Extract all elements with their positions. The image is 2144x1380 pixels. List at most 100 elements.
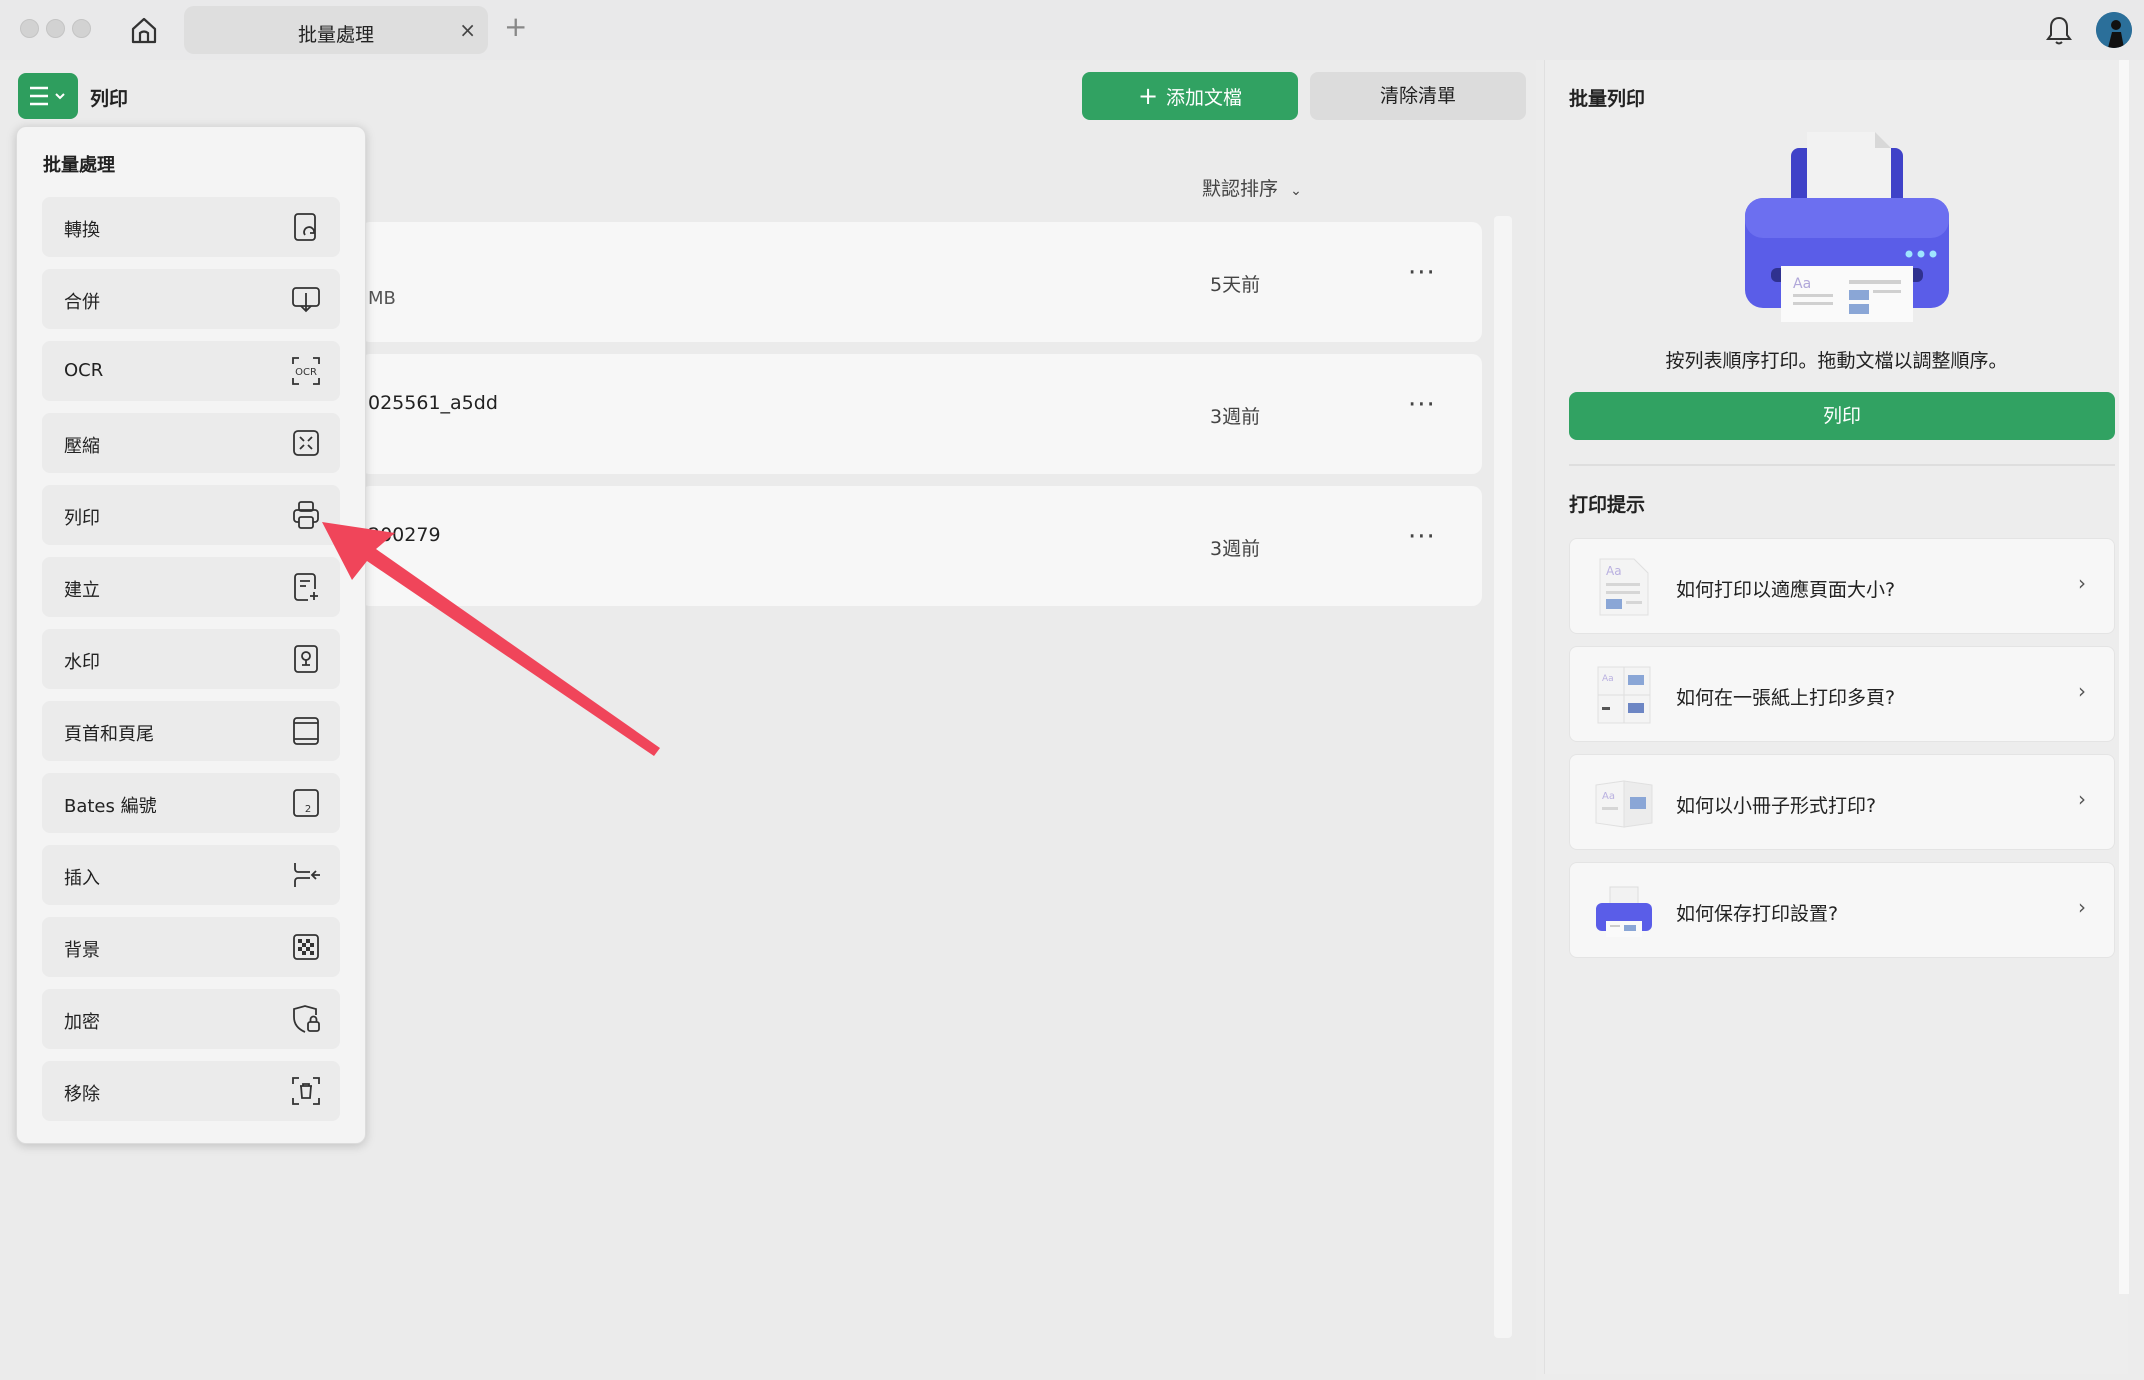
user-avatar[interactable]: [2096, 12, 2132, 48]
remove-icon: [292, 1077, 320, 1105]
menu-item-label: 壓縮: [64, 436, 100, 457]
chevron-right-icon: ›: [2078, 571, 2086, 595]
multipage-thumbnail-icon: Aa: [1597, 666, 1651, 724]
svg-text:Aa: Aa: [1602, 674, 1614, 684]
menu-item-label: 移除: [64, 1084, 100, 1105]
divider: [1569, 464, 2115, 466]
encrypt-icon: [293, 1005, 320, 1033]
tip-label: 如何以小冊子形式打印?: [1676, 795, 1877, 817]
menu-item-label: 頁首和頁尾: [64, 724, 154, 745]
svg-text:Aa: Aa: [1793, 276, 1811, 292]
window-zoom-button[interactable]: [72, 19, 91, 38]
document-thumbnail-icon: Aa: [1599, 558, 1649, 616]
menu-item-label: 列印: [64, 508, 100, 529]
menu-item-label: 合併: [64, 292, 100, 313]
tip-label: 如何在一張紙上打印多頁?: [1676, 687, 1896, 709]
tip-save-settings[interactable]: 如何保存打印設置? ›: [1569, 862, 2115, 958]
panel-scrollbar[interactable]: [2119, 60, 2129, 1294]
tab-close-icon[interactable]: ×: [459, 18, 476, 42]
sort-label: 默認排序: [1202, 178, 1279, 200]
booklet-thumbnail-icon: Aa: [1595, 780, 1653, 828]
more-options-icon[interactable]: ···: [1408, 390, 1436, 420]
more-options-icon[interactable]: ···: [1408, 522, 1436, 552]
file-size: MB: [368, 288, 396, 309]
menu-item-compress[interactable]: 壓縮: [42, 413, 340, 473]
printer-thumbnail-icon: [1596, 886, 1652, 937]
file-time: 5天前: [1210, 274, 1261, 296]
ocr-icon: OCR: [292, 357, 320, 385]
menu-item-print[interactable]: 列印: [42, 485, 340, 545]
panel-description: 按列表順序打印。拖動文檔以調整順序。: [1665, 350, 2008, 372]
menu-item-label: 背景: [64, 940, 100, 961]
tab-batch-processing[interactable]: 批量處理 ×: [184, 6, 488, 54]
tip-multiple-pages[interactable]: Aa 如何在一張紙上打印多頁? ›: [1569, 646, 2115, 742]
menu-item-label: 轉換: [64, 220, 100, 241]
menu-item-ocr[interactable]: OCR OCR: [42, 341, 340, 401]
menu-item-insert[interactable]: 插入: [42, 845, 340, 905]
menu-item-bates-number[interactable]: Bates 編號 2: [42, 773, 340, 833]
header-footer-icon: [293, 717, 319, 745]
tab-label: 批量處理: [297, 24, 374, 46]
chevron-right-icon: ›: [2078, 679, 2086, 703]
menu-item-label: 建立: [64, 580, 100, 601]
add-document-button[interactable]: + 添加文檔: [1082, 72, 1298, 120]
svg-text:OCR: OCR: [295, 367, 317, 378]
file-time: 3週前: [1210, 538, 1261, 560]
batch-menu-button[interactable]: [18, 73, 78, 119]
window-minimize-button[interactable]: [46, 19, 65, 38]
menu-item-create[interactable]: 建立: [42, 557, 340, 617]
menu-item-watermark[interactable]: 水印: [42, 629, 340, 689]
menu-item-remove[interactable]: 移除: [42, 1061, 340, 1121]
sort-dropdown[interactable]: 默認排序 ⌄: [1202, 174, 1302, 201]
merge-icon: [292, 287, 320, 313]
batch-print-panel: 批量列印 Aa 按列表順序打印。拖動文檔以調整順序。 列印 打印提示 Aa 如何: [1544, 60, 2129, 1374]
background-icon: [293, 934, 319, 960]
menu-title: 批量處理: [43, 155, 115, 176]
svg-text:Aa: Aa: [1606, 564, 1622, 578]
menu-item-merge[interactable]: 合併: [42, 269, 340, 329]
chevron-right-icon: ›: [2078, 895, 2086, 919]
tip-label: 如何打印以適應頁面大小?: [1676, 579, 1896, 601]
more-options-icon[interactable]: ···: [1408, 258, 1436, 288]
file-name: 200279: [368, 524, 441, 546]
menu-icon: [30, 86, 65, 106]
page-title: 列印: [90, 88, 129, 110]
file-name: 025561_a5dd: [368, 392, 498, 414]
create-icon: [294, 573, 318, 601]
file-row[interactable]: 200279 3週前 ···: [360, 486, 1482, 606]
notification-bell-icon[interactable]: [2044, 14, 2074, 48]
chevron-right-icon: ›: [2078, 787, 2086, 811]
compress-icon: [293, 430, 319, 456]
add-document-label: 添加文檔: [1166, 87, 1243, 109]
menu-item-header-footer[interactable]: 頁首和頁尾: [42, 701, 340, 761]
svg-text:Aa: Aa: [1602, 791, 1615, 802]
menu-item-label: 水印: [64, 652, 100, 673]
file-row[interactable]: 025561_a5dd 3週前 ···: [360, 354, 1482, 474]
printer-illustration-icon: Aa: [1745, 132, 1949, 322]
panel-title: 批量列印: [1569, 88, 1646, 110]
file-list-scrollbar[interactable]: [1494, 216, 1512, 1338]
insert-icon: [294, 863, 320, 887]
new-tab-button[interactable]: +: [504, 12, 527, 42]
tip-booklet[interactable]: Aa 如何以小冊子形式打印? ›: [1569, 754, 2115, 850]
home-icon[interactable]: [128, 14, 160, 46]
print-button[interactable]: 列印: [1569, 392, 2115, 440]
clear-list-button[interactable]: 清除清單: [1310, 72, 1526, 120]
title-bar: 批量處理 × +: [0, 0, 2144, 60]
file-time: 3週前: [1210, 406, 1261, 428]
tip-fit-page[interactable]: Aa 如何打印以適應頁面大小? ›: [1569, 538, 2115, 634]
watermark-icon: [294, 645, 318, 673]
menu-item-encrypt[interactable]: 加密: [42, 989, 340, 1049]
print-tips-title: 打印提示: [1569, 494, 1646, 516]
menu-item-convert[interactable]: 轉換: [42, 197, 340, 257]
convert-icon: [294, 213, 316, 241]
menu-item-background[interactable]: 背景: [42, 917, 340, 977]
svg-text:2: 2: [305, 804, 311, 815]
batch-tools-menu: 批量處理 轉換 合併 OCR OCR 壓縮 列印 建立 水印 頁首和頁尾 Bat…: [16, 126, 366, 1144]
plus-icon: +: [1137, 82, 1159, 110]
bates-number-icon: 2: [293, 789, 319, 817]
window-close-button[interactable]: [20, 19, 39, 38]
tip-label: 如何保存打印設置?: [1676, 903, 1839, 925]
menu-item-label: 插入: [64, 868, 100, 889]
file-row[interactable]: MB 5天前 ···: [360, 222, 1482, 342]
